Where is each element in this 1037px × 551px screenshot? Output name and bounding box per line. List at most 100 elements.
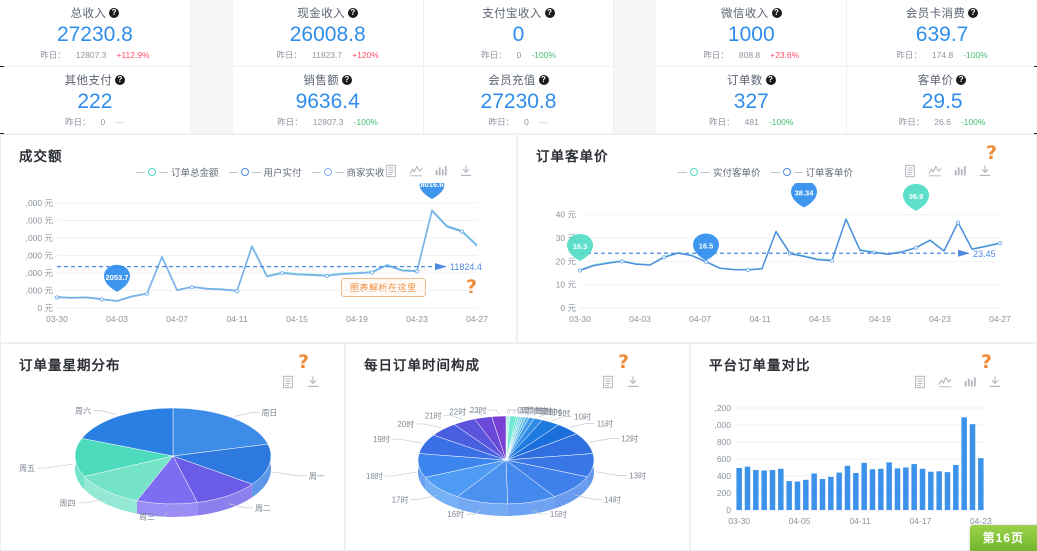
help-circle-icon[interactable]: ? bbox=[544, 8, 555, 18]
help-circle-icon[interactable]: ? bbox=[968, 8, 979, 18]
help-circle-icon[interactable]: ? bbox=[538, 75, 549, 85]
bar[interactable] bbox=[919, 468, 926, 510]
legend-item[interactable]: 订单客单价 bbox=[770, 165, 853, 179]
bar[interactable] bbox=[969, 424, 976, 510]
bar[interactable] bbox=[903, 467, 909, 511]
x-axis-tick-label: 04-23 bbox=[406, 314, 428, 324]
panel-hourly: 每日订单时间构成 ? 0时 1时 2时 3时 4时 5时 6时 7时 8时 9时 10时 11时 12时… bbox=[345, 343, 690, 551]
line-chart-icon[interactable] bbox=[409, 164, 423, 178]
legend-item[interactable]: 用户实付 bbox=[228, 165, 302, 179]
download-icon[interactable] bbox=[988, 375, 1002, 389]
bar[interactable] bbox=[761, 470, 767, 510]
y-axis-tick-label: ,000 元 bbox=[26, 198, 54, 208]
bar[interactable] bbox=[769, 470, 776, 510]
legend-label: 用户实付 bbox=[263, 168, 302, 179]
bar[interactable] bbox=[878, 468, 884, 510]
aov-legend: 实付客单价 订单客单价 bbox=[678, 165, 853, 179]
legend-marker bbox=[690, 168, 698, 176]
series-line bbox=[579, 218, 1001, 272]
bar[interactable] bbox=[753, 470, 759, 510]
platform-help-icon[interactable]: ? bbox=[981, 351, 992, 373]
aov-toolbar[interactable] bbox=[903, 164, 992, 178]
kpi-subline: 昨日： 12807.3 +112.9% bbox=[40, 49, 149, 61]
bar[interactable] bbox=[944, 472, 951, 510]
data-annotation-label: 28016.68 bbox=[416, 183, 447, 189]
aov-help-icon[interactable]: ? bbox=[986, 142, 997, 164]
download-icon[interactable] bbox=[626, 375, 640, 389]
legend-dash bbox=[311, 171, 321, 173]
x-axis-tick-label: 04-19 bbox=[869, 314, 891, 324]
bar-chart-icon[interactable] bbox=[953, 164, 967, 178]
bar[interactable] bbox=[869, 469, 876, 510]
help-circle-icon[interactable]: ? bbox=[348, 8, 358, 18]
bar[interactable] bbox=[894, 468, 901, 510]
bar[interactable] bbox=[928, 471, 934, 510]
data-view-icon[interactable] bbox=[913, 375, 927, 389]
hourly-toolbar[interactable] bbox=[601, 375, 640, 389]
legend-item[interactable]: 商家实收 bbox=[311, 165, 385, 179]
bar-chart-icon[interactable] bbox=[434, 164, 448, 178]
bar[interactable] bbox=[953, 464, 959, 510]
bar[interactable] bbox=[936, 471, 942, 510]
help-circle-icon[interactable]: ? bbox=[109, 8, 120, 18]
pie-slice-label: 18时 bbox=[366, 471, 383, 481]
bar[interactable] bbox=[736, 467, 742, 510]
bar[interactable] bbox=[811, 473, 817, 510]
x-axis-tick-label: 03-30 bbox=[569, 314, 591, 324]
average-arrow bbox=[958, 249, 970, 257]
bar[interactable] bbox=[861, 462, 867, 510]
bar[interactable] bbox=[978, 458, 984, 510]
download-icon[interactable] bbox=[978, 164, 992, 178]
bar[interactable] bbox=[778, 468, 784, 510]
data-view-icon[interactable] bbox=[601, 375, 615, 389]
pie-slice-label: 12时 bbox=[621, 433, 638, 443]
help-circle-icon[interactable]: ? bbox=[765, 75, 776, 85]
bar[interactable] bbox=[853, 473, 859, 510]
kpi-delta: -100% bbox=[353, 117, 379, 127]
kpi-subline: 昨日： 11823.7 +120% bbox=[277, 49, 379, 61]
legend-item[interactable]: 订单总金额 bbox=[136, 165, 219, 179]
kpi-card: 订单数? 327 昨日： 481 -100% bbox=[656, 67, 848, 133]
data-view-icon[interactable] bbox=[281, 375, 295, 389]
kpi-delta: -100% bbox=[768, 117, 794, 127]
weekday-toolbar[interactable] bbox=[281, 375, 320, 389]
download-icon[interactable] bbox=[306, 375, 320, 389]
platform-toolbar[interactable] bbox=[913, 375, 1002, 389]
hourly-help-icon[interactable]: ? bbox=[618, 351, 629, 373]
turnover-toolbar[interactable] bbox=[384, 164, 473, 178]
kpi-prev-value: 808.8 bbox=[738, 50, 761, 60]
weekday-pie-svg: 周日周一周二周三 周四 周五 周六 bbox=[19, 406, 325, 522]
kpi-delta: -100% bbox=[963, 50, 988, 60]
bar[interactable] bbox=[961, 417, 967, 510]
kpi-value: 639.7 bbox=[915, 23, 969, 46]
bar[interactable] bbox=[844, 465, 851, 510]
download-icon[interactable] bbox=[459, 164, 473, 178]
data-view-icon[interactable] bbox=[384, 164, 398, 178]
help-circle-icon[interactable]: ? bbox=[771, 8, 782, 18]
data-view-icon[interactable] bbox=[903, 164, 917, 178]
legend-item[interactable]: 实付客单价 bbox=[678, 165, 761, 179]
bar[interactable] bbox=[794, 481, 801, 510]
bar[interactable] bbox=[836, 472, 842, 510]
legend-dash bbox=[678, 171, 687, 173]
bar[interactable] bbox=[744, 466, 751, 510]
line-chart-icon[interactable] bbox=[938, 375, 952, 389]
help-circle-icon[interactable]: ? bbox=[956, 75, 967, 85]
weekday-help-icon[interactable]: ? bbox=[298, 351, 309, 373]
bar[interactable] bbox=[803, 479, 809, 510]
pie-slice-label: 周四 bbox=[59, 499, 75, 508]
bar[interactable] bbox=[819, 478, 826, 510]
kpi-row-primary: 总收入? 27230.8 昨日： 12807.3 +112.9% 现金收入? 26008.8… bbox=[0, 0, 1037, 66]
bar[interactable] bbox=[786, 481, 792, 510]
kpi-title: 总收入? bbox=[71, 5, 120, 21]
bar[interactable] bbox=[886, 462, 892, 510]
bar[interactable] bbox=[911, 464, 917, 510]
x-axis-tick-label: 04-11 bbox=[226, 314, 247, 324]
bar[interactable] bbox=[828, 476, 834, 510]
data-point bbox=[459, 229, 465, 234]
bar-chart-icon[interactable] bbox=[963, 375, 977, 389]
help-circle-icon[interactable]: ? bbox=[342, 75, 353, 85]
data-point bbox=[703, 259, 709, 264]
help-circle-icon[interactable]: ? bbox=[115, 75, 126, 85]
line-chart-icon[interactable] bbox=[928, 164, 942, 178]
